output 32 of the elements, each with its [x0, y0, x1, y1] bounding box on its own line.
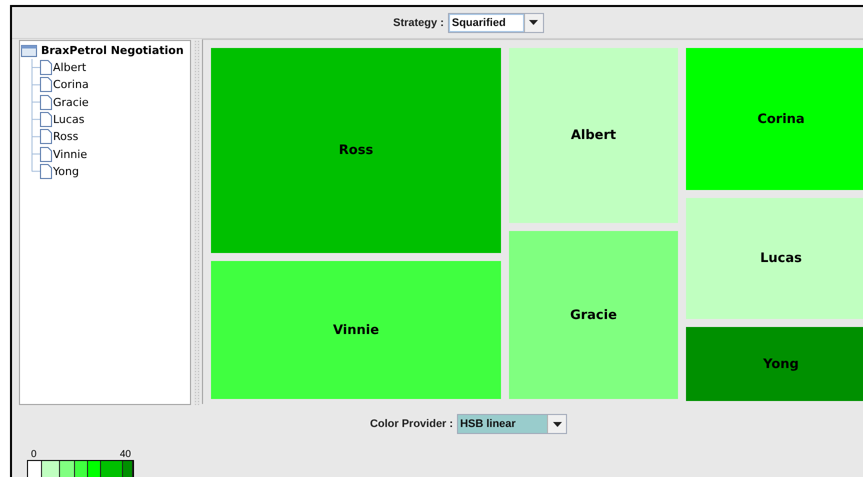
strategy-label: Strategy : — [393, 16, 444, 28]
color-provider-label: Color Provider : — [370, 418, 454, 430]
tree-item[interactable]: Vinnie — [40, 145, 89, 163]
document-icon — [40, 94, 52, 110]
dropdown-arrow-icon — [552, 422, 562, 426]
tree-item[interactable]: Lucas — [40, 110, 89, 128]
document-icon — [40, 112, 52, 128]
strategy-dropdown[interactable]: Squarified — [448, 12, 544, 32]
treemap-cell[interactable]: Corina — [686, 48, 863, 190]
treemap-cell[interactable]: Ross — [211, 48, 501, 253]
treemap-cell[interactable]: Gracie — [509, 231, 678, 399]
tree-node[interactable]: BraxPetrol Negotiation — [21, 42, 190, 59]
treemap-cell[interactable]: Lucas — [686, 198, 863, 319]
treemap-cell[interactable]: Yong — [686, 327, 863, 401]
tree-item[interactable]: Albert — [40, 59, 89, 76]
legend-max-label: 40 — [120, 449, 131, 460]
document-icon — [40, 60, 52, 76]
tree-item[interactable]: Corina — [40, 76, 89, 94]
splitter-handle[interactable] — [194, 40, 200, 405]
tree-item[interactable]: Gracie — [40, 94, 89, 111]
document-icon — [40, 77, 52, 92]
document-icon — [40, 164, 52, 179]
dropdown-arrow-icon — [529, 20, 538, 25]
treemap-cell[interactable]: Albert — [509, 48, 678, 223]
document-icon — [40, 129, 52, 144]
tree-item[interactable]: Ross — [40, 128, 89, 146]
legend-min-label: 0 — [31, 449, 37, 460]
folder-icon — [21, 44, 37, 56]
document-icon — [40, 146, 52, 162]
treemap-cell[interactable]: Vinnie — [211, 261, 501, 399]
color-provider-dropdown[interactable]: HSB linear — [457, 414, 568, 434]
tree-item[interactable]: Yong — [40, 162, 89, 180]
